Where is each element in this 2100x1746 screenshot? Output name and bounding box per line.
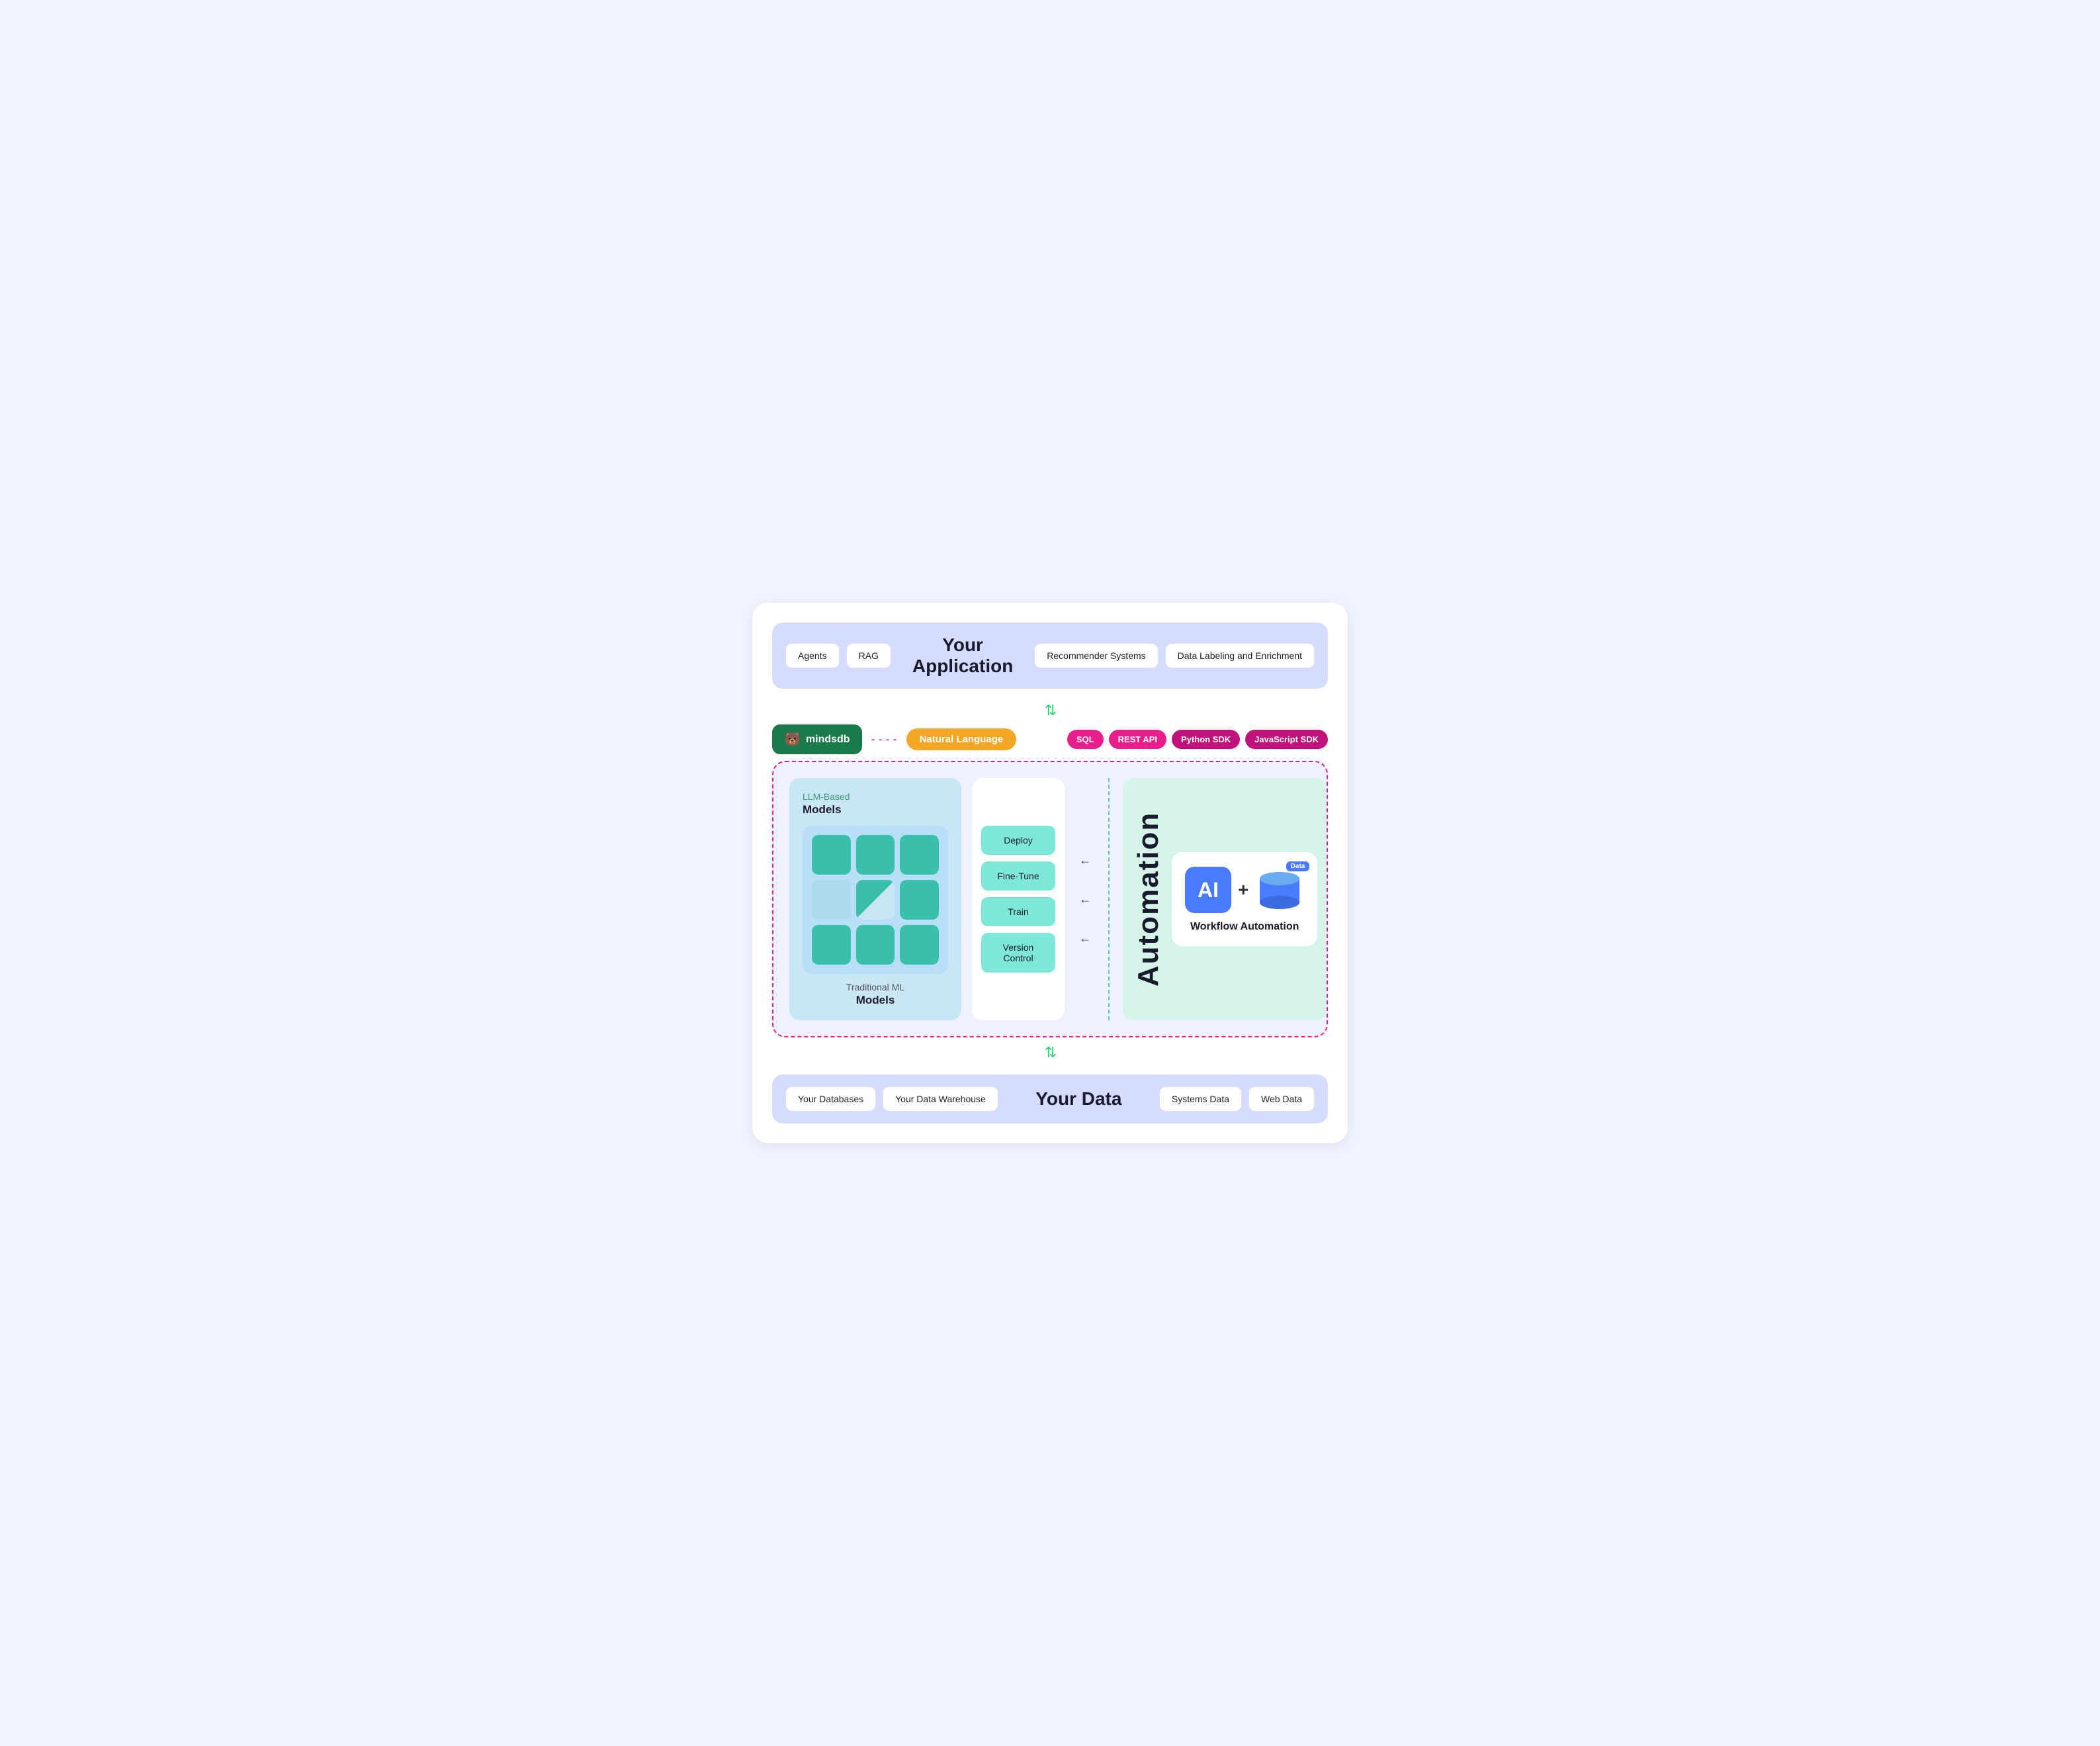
automation-label: Automation: [1132, 812, 1165, 986]
diagram-container: Agents RAG YourApplication Recommender S…: [752, 603, 1348, 1143]
model-box-2: [856, 835, 895, 875]
models-grid-wrapper: [803, 826, 948, 974]
recommender-tag: Recommender Systems: [1034, 643, 1158, 668]
automation-inner: AI +: [1172, 852, 1317, 946]
version-control-btn: Version Control: [981, 933, 1055, 973]
dashed-line-icon: - - - -: [871, 732, 897, 746]
llm-label: LLM-Based: [803, 791, 948, 802]
js-sdk-badge: JavaScript SDK: [1245, 730, 1328, 749]
natural-language-badge: Natural Language: [906, 728, 1017, 750]
sql-badge: SQL: [1067, 730, 1104, 749]
model-box-5: [856, 880, 895, 920]
arrow-3: ←: [1079, 932, 1091, 945]
train-btn: Train: [981, 897, 1055, 926]
bottom-right-tags: Systems Data Web Data: [1159, 1086, 1315, 1112]
models-grid: [812, 835, 939, 965]
top-app-bar: Agents RAG YourApplication Recommender S…: [772, 623, 1328, 689]
mindsdb-logo: 🐻 mindsdb: [772, 724, 862, 754]
model-box-9: [900, 925, 939, 965]
data-labeling-tag: Data Labeling and Enrichment: [1165, 643, 1315, 668]
sdk-badges: SQL REST API Python SDK JavaScript SDK: [1067, 730, 1328, 749]
llm-bold: Models: [803, 803, 948, 816]
python-sdk-badge: Python SDK: [1172, 730, 1240, 749]
arrow-1: ←: [1079, 853, 1091, 867]
app-title: YourApplication: [891, 634, 1034, 677]
agents-tag: Agents: [785, 643, 840, 668]
rag-tag: RAG: [846, 643, 891, 668]
finetune-btn: Fine-Tune: [981, 861, 1055, 891]
model-box-4: [812, 880, 851, 920]
data-badge: Data: [1285, 860, 1311, 873]
main-dashed-container: LLM-Based Models Traditio: [772, 761, 1328, 1037]
arrow-2: ←: [1079, 893, 1091, 906]
bottom-arrow: ⇅: [772, 1044, 1328, 1061]
actions-panel: Deploy Fine-Tune Train Version Control: [972, 778, 1065, 1020]
plus-icon: +: [1238, 879, 1248, 900]
app-left-tags: Agents RAG: [785, 643, 891, 668]
your-databases-tag: Your Databases: [785, 1086, 876, 1112]
workflow-label: Workflow Automation: [1190, 921, 1299, 933]
inner-row: LLM-Based Models Traditio: [789, 778, 1311, 1020]
mindsdb-text: mindsdb: [806, 734, 850, 746]
bear-icon: 🐻: [784, 731, 801, 748]
bottom-data-bar: Your Databases Your Data Warehouse Your …: [772, 1074, 1328, 1123]
bottom-left-tags: Your Databases Your Data Warehouse: [785, 1086, 998, 1112]
deploy-btn: Deploy: [981, 826, 1055, 855]
ai-data-row: AI +: [1185, 865, 1304, 914]
ai-icon: AI: [1185, 867, 1231, 913]
rest-api-badge: REST API: [1109, 730, 1166, 749]
arrows-col: ← ← ←: [1075, 778, 1095, 1020]
model-box-3: [900, 835, 939, 875]
model-box-7: [812, 925, 851, 965]
model-box-1: [812, 835, 851, 875]
models-panel: LLM-Based Models Traditio: [789, 778, 961, 1020]
data-stack: Data: [1255, 865, 1304, 914]
your-data-title: Your Data: [998, 1088, 1159, 1110]
app-right-tags: Recommender Systems Data Labeling and En…: [1034, 643, 1315, 668]
trad-bold: Models: [803, 994, 948, 1007]
mindsdb-row: 🐻 mindsdb - - - - Natural Language SQL R…: [772, 724, 1328, 754]
systems-data-tag: Systems Data: [1159, 1086, 1242, 1112]
model-box-8: [856, 925, 895, 965]
model-box-6: [900, 880, 939, 920]
trad-label: Traditional ML: [803, 982, 948, 992]
web-data-tag: Web Data: [1248, 1086, 1315, 1112]
workflow-box: AI +: [1172, 852, 1317, 946]
automation-panel: Automation AI +: [1123, 778, 1327, 1020]
your-data-warehouse-tag: Your Data Warehouse: [883, 1086, 998, 1112]
top-arrow: ⇅: [772, 702, 1328, 719]
vertical-dashed-separator: [1108, 778, 1110, 1020]
